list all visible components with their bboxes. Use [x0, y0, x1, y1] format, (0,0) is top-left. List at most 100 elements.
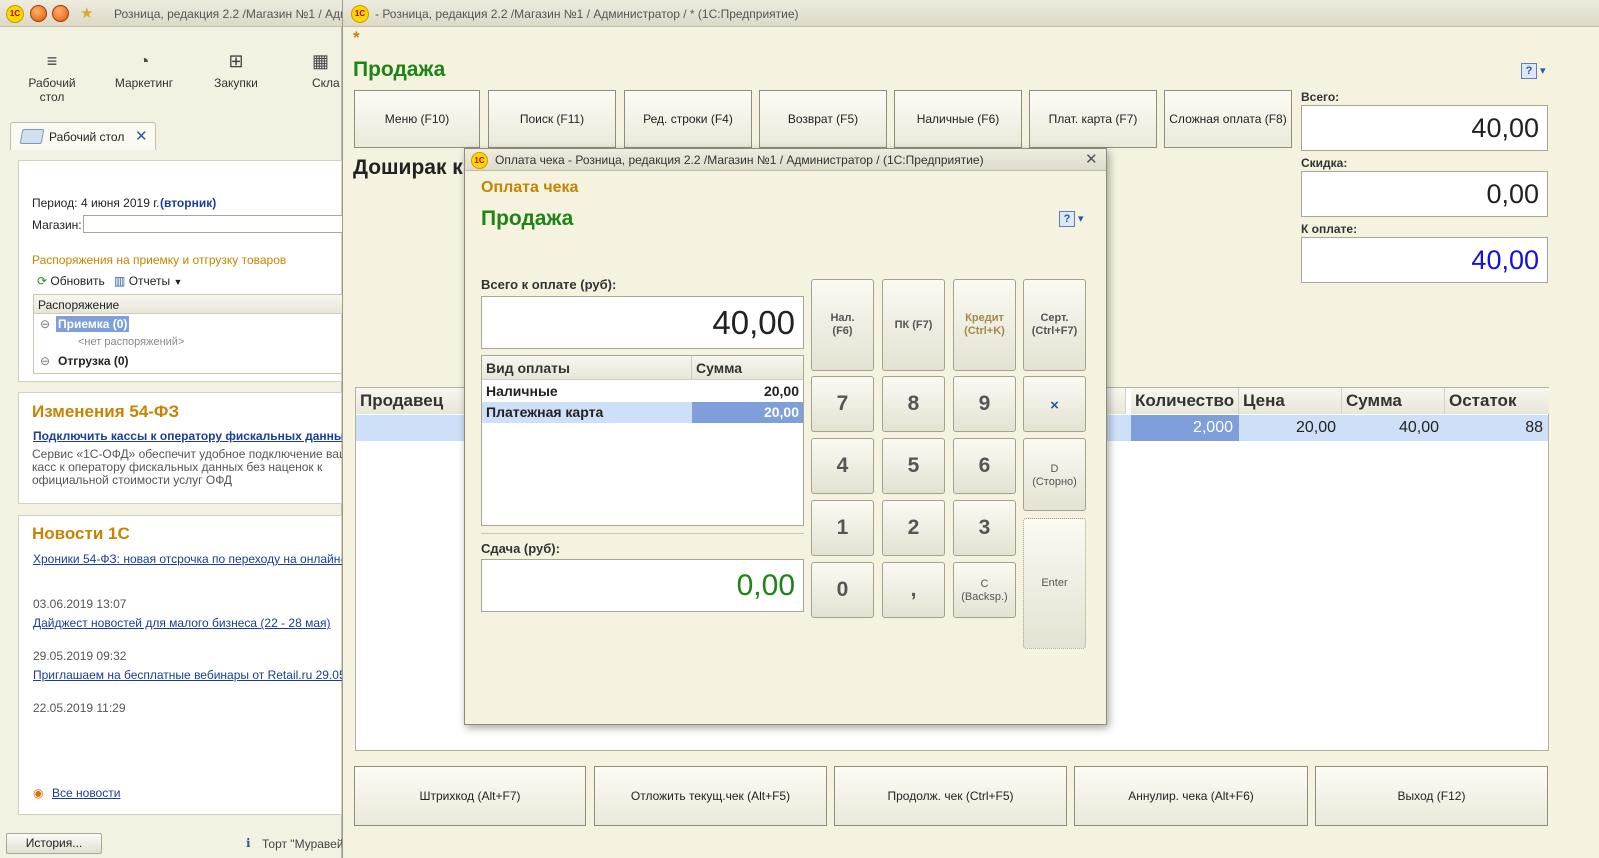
news-date: 03.06.2019 13:07	[33, 597, 127, 611]
tab-close-icon[interactable]: ✕	[135, 127, 148, 145]
shop-input[interactable]	[83, 215, 343, 233]
table-row[interactable]: Наличные 20,00	[482, 381, 803, 402]
exit-button[interactable]: Выход (F12)	[1315, 766, 1548, 826]
section-marketing[interactable]: ◔ Маркетинг	[104, 50, 184, 90]
digit-0-key[interactable]: 0	[811, 562, 874, 618]
report-icon: ▥	[114, 274, 126, 288]
enter-key[interactable]: Enter	[1023, 518, 1086, 649]
cell-sum: 40,00	[1398, 419, 1439, 436]
history-button[interactable]: История...	[6, 833, 102, 854]
minimize-button[interactable]	[30, 5, 47, 22]
postpone-receipt-button[interactable]: Отложить текущ.чек (Alt+F5)	[594, 766, 827, 826]
change-value: 0,00	[481, 559, 804, 612]
credit-key[interactable]: Кредит (Ctrl+K)	[953, 279, 1016, 371]
cell-price: 20,00	[1295, 419, 1336, 436]
discount-value: 0,00	[1301, 171, 1548, 217]
changes-panel: Изменения 54-ФЗ Подключить кассы к опера…	[18, 392, 361, 504]
col-price[interactable]: Цена	[1239, 388, 1342, 414]
dialog-heading: Продажа	[481, 207, 574, 230]
help-icon[interactable]: ? ▾	[1059, 211, 1091, 229]
col-payment-sum[interactable]: Сумма	[692, 356, 803, 380]
tree-item-receiving[interactable]: Приемка (0)	[56, 316, 130, 332]
close-circle-button[interactable]	[52, 5, 69, 22]
digit-4-key[interactable]: 4	[811, 438, 874, 494]
dialog-titlebar: 1C Оплата чека - Розница, редакция 2.2 /…	[465, 149, 1106, 171]
orders-tree: Распоряжение ⊖ Приемка (0) <нет распоряж…	[33, 294, 343, 374]
period-day: (вторник)	[160, 196, 217, 210]
close-icon[interactable]: ✕	[1085, 150, 1098, 168]
news-date: 22.05.2019 11:29	[33, 701, 126, 715]
return-button[interactable]: Возврат (F5)	[759, 90, 887, 148]
favorite-star-icon[interactable]: ★	[80, 4, 93, 22]
news-link[interactable]: Дайджест новостей для малого бизнеса (22…	[33, 616, 331, 630]
cash-key[interactable]: Нал. (F6)	[811, 279, 874, 371]
multiply-key[interactable]: ×	[1023, 376, 1086, 432]
reports-button[interactable]: ▥ Отчеты ▼	[114, 274, 182, 288]
digit-7-key[interactable]: 7	[811, 376, 874, 432]
tree-item-empty: <нет распоряжений>	[78, 336, 185, 348]
backspace-key[interactable]: C (Backsp.)	[953, 562, 1016, 618]
warehouse-icon: ▦	[312, 51, 330, 71]
certificate-key[interactable]: Серт. (Ctrl+F7)	[1023, 279, 1086, 371]
desktop-window: 1C ★ Розница, редакция 2.2 /Магазин №1 /…	[0, 0, 376, 858]
digit-9-key[interactable]: 9	[953, 376, 1016, 432]
1c-logo-icon: 1C	[351, 5, 369, 23]
multiply-icon: ×	[1050, 397, 1059, 414]
desktop-title: Розница, редакция 2.2 /Магазин №1 / Адми…	[114, 7, 362, 21]
col-sum[interactable]: Сумма	[1342, 388, 1445, 414]
page-title: Продажа	[353, 58, 446, 81]
news-date: 29.05.2019 09:32	[33, 649, 127, 663]
digit-2-key[interactable]: 2	[882, 500, 945, 556]
1c-logo-icon: 1C	[6, 5, 24, 23]
modified-marker: *	[353, 28, 360, 47]
digit-8-key[interactable]: 8	[882, 376, 945, 432]
all-news-link[interactable]: Все новости	[52, 786, 120, 800]
cancel-receipt-button[interactable]: Аннулир. чека (Alt+F6)	[1074, 766, 1308, 826]
cart-icon: ⊞	[228, 51, 244, 71]
total-value: 40,00	[1301, 105, 1548, 151]
help-icon[interactable]: ? ▾	[1521, 63, 1553, 81]
orders-panel: Период: 4 июня 2019 г. (вторник) Магазин…	[18, 160, 343, 382]
col-payment-type[interactable]: Вид оплаты	[482, 356, 692, 380]
complex-payment-button[interactable]: Сложная оплата (F8)	[1164, 90, 1292, 148]
digit-6-key[interactable]: 6	[953, 438, 1016, 494]
continue-receipt-button[interactable]: Продолж. чек (Ctrl+F5)	[834, 766, 1067, 826]
pie-chart-icon: ◔	[138, 51, 150, 71]
connect-ofd-link[interactable]: Подключить кассы к оператору фискальных …	[33, 429, 351, 443]
digit-1-key[interactable]: 1	[811, 500, 874, 556]
table-row[interactable]: Платежная карта 20,00	[482, 402, 803, 423]
barcode-button[interactable]: Штрихкод (Alt+F7)	[354, 766, 586, 826]
card-button[interactable]: Плат. карта (F7)	[1029, 90, 1157, 148]
desktop-icon	[19, 129, 45, 144]
comma-key[interactable]: ,	[882, 562, 945, 618]
payment-types-table: Вид оплаты Сумма Наличные 20,00 Платежна…	[481, 355, 804, 526]
tree-item-shipping[interactable]: Отгрузка (0)	[58, 354, 129, 368]
digit-5-key[interactable]: 5	[882, 438, 945, 494]
section-purchases[interactable]: ⊞ Закупки	[196, 50, 276, 90]
menu-button[interactable]: Меню (F10)	[354, 90, 480, 148]
edit-row-button[interactable]: Ред. строки (F4)	[624, 90, 752, 148]
orders-title: Распоряжения на приемку и отгрузку товар…	[32, 253, 287, 267]
col-rest[interactable]: Остаток	[1445, 388, 1549, 414]
card-key[interactable]: ПК (F7)	[882, 279, 945, 371]
collapse-icon[interactable]: ⊖	[40, 317, 50, 331]
cell-quantity[interactable]: 2,000	[1131, 415, 1239, 441]
refresh-icon: ⟳	[37, 274, 48, 288]
chevron-down-icon: ▼	[173, 277, 183, 287]
divider	[481, 533, 804, 534]
section-desktop[interactable]: ≡ Рабочий стол	[12, 50, 92, 104]
dialog-title: Оплата чека - Розница, редакция 2.2 /Маг…	[495, 153, 984, 167]
cash-button[interactable]: Наличные (F6)	[894, 90, 1022, 148]
tab-desktop[interactable]: Рабочий стол ✕	[10, 122, 156, 150]
news-link[interactable]: Приглашаем на бесплатные вебинары от Ret…	[33, 668, 376, 682]
payment-dialog: 1C Оплата чека - Розница, редакция 2.2 /…	[464, 148, 1107, 725]
payment-total-value: 40,00	[481, 296, 804, 349]
col-quantity[interactable]: Количество	[1131, 388, 1239, 414]
section-warehouse[interactable]: ▦ Скла	[290, 50, 342, 90]
collapse-icon[interactable]: ⊖	[40, 354, 50, 368]
news-link[interactable]: Хроники 54-ФЗ: новая отсрочка по переход…	[33, 552, 369, 566]
digit-3-key[interactable]: 3	[953, 500, 1016, 556]
storno-key[interactable]: D (Сторно)	[1023, 438, 1086, 511]
search-button[interactable]: Поиск (F11)	[488, 90, 616, 148]
refresh-button[interactable]: ⟳ Обновить	[37, 274, 105, 288]
